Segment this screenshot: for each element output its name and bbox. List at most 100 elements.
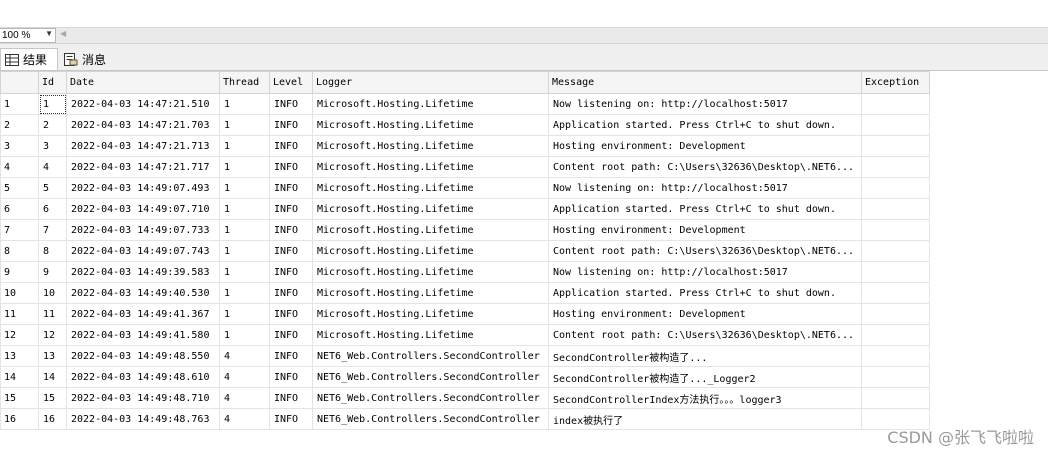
table-row[interactable]: 5 5 2022-04-03 14:49:07.493 1 INFO Microsoft.… (0, 177, 930, 199)
table-row[interactable]: 11 11 2022-04-03 14:49:41.367 1 INFO Microsof… (0, 303, 930, 325)
cell-row-number[interactable]: 10 (0, 282, 39, 304)
cell-id[interactable]: 1 (38, 93, 67, 115)
table-row[interactable]: 1 1 2022-04-03 14:47:21.510 1 INFO Microsoft.… (0, 93, 930, 115)
cell-level[interactable]: INFO (269, 219, 313, 241)
table-row[interactable]: 3 3 2022-04-03 14:47:21.713 1 INFO Microsoft.… (0, 135, 930, 157)
cell-thread[interactable]: 1 (219, 198, 270, 220)
cell-logger[interactable]: Microsoft.Hosting.Lifetime (312, 303, 549, 325)
cell-thread[interactable]: 1 (219, 156, 270, 178)
col-header-level[interactable]: Level (269, 71, 313, 94)
cell-row-number[interactable]: 12 (0, 324, 39, 346)
cell-row-number[interactable]: 1 (0, 93, 39, 115)
cell-level[interactable]: INFO (269, 282, 313, 304)
cell-row-number[interactable]: 11 (0, 303, 39, 325)
scroll-left-icon[interactable]: ◀ (60, 29, 66, 38)
cell-message[interactable]: Hosting environment: Development (548, 303, 862, 325)
cell-level[interactable]: INFO (269, 93, 313, 115)
cell-level[interactable]: INFO (269, 135, 313, 157)
cell-exception[interactable] (861, 282, 930, 304)
table-row[interactable]: 13 13 2022-04-03 14:49:48.550 4 INFO NET6_Web… (0, 345, 930, 367)
cell-exception[interactable] (861, 324, 930, 346)
col-header-date[interactable]: Date (66, 71, 220, 94)
cell-level[interactable]: INFO (269, 324, 313, 346)
cell-exception[interactable] (861, 177, 930, 199)
tab-messages[interactable]: 消息 (60, 48, 112, 70)
cell-exception[interactable] (861, 93, 930, 115)
col-header-thread[interactable]: Thread (219, 71, 270, 94)
cell-date[interactable]: 2022-04-03 14:49:07.710 (66, 198, 220, 220)
col-header-logger[interactable]: Logger (312, 71, 549, 94)
cell-date[interactable]: 2022-04-03 14:49:48.610 (66, 366, 220, 388)
cell-id[interactable]: 2 (38, 114, 67, 136)
cell-exception[interactable] (861, 198, 930, 220)
cell-level[interactable]: INFO (269, 177, 313, 199)
cell-thread[interactable]: 1 (219, 261, 270, 283)
cell-id[interactable]: 4 (38, 156, 67, 178)
cell-logger[interactable]: Microsoft.Hosting.Lifetime (312, 156, 549, 178)
cell-level[interactable]: INFO (269, 114, 313, 136)
cell-id[interactable]: 8 (38, 240, 67, 262)
table-row[interactable]: 9 9 2022-04-03 14:49:39.583 1 INFO Microsoft.… (0, 261, 930, 283)
cell-id[interactable]: 3 (38, 135, 67, 157)
cell-thread[interactable]: 4 (219, 366, 270, 388)
cell-row-number[interactable]: 14 (0, 366, 39, 388)
cell-id[interactable]: 12 (38, 324, 67, 346)
cell-level[interactable]: INFO (269, 387, 313, 409)
cell-message[interactable]: Application started. Press Ctrl+C to shu… (548, 282, 862, 304)
cell-level[interactable]: INFO (269, 303, 313, 325)
cell-id[interactable]: 5 (38, 177, 67, 199)
table-row[interactable]: 10 10 2022-04-03 14:49:40.530 1 INFO Microsof… (0, 282, 930, 304)
col-header-id[interactable]: Id (38, 71, 67, 94)
cell-exception[interactable] (861, 366, 930, 388)
table-row[interactable]: 15 15 2022-04-03 14:49:48.710 4 INFO NET6_Web… (0, 387, 930, 409)
cell-message[interactable]: Now listening on: http://localhost:5017 (548, 261, 862, 283)
cell-date[interactable]: 2022-04-03 14:49:41.367 (66, 303, 220, 325)
cell-thread[interactable]: 1 (219, 114, 270, 136)
cell-message[interactable]: SecondController被构造了... (548, 345, 862, 367)
cell-thread[interactable]: 1 (219, 240, 270, 262)
cell-exception[interactable] (861, 156, 930, 178)
cell-row-number[interactable]: 2 (0, 114, 39, 136)
cell-id[interactable]: 16 (38, 408, 67, 430)
cell-id[interactable]: 11 (38, 303, 67, 325)
cell-date[interactable]: 2022-04-03 14:49:48.710 (66, 387, 220, 409)
table-row[interactable]: 6 6 2022-04-03 14:49:07.710 1 INFO Microsoft.… (0, 198, 930, 220)
table-row[interactable]: 4 4 2022-04-03 14:47:21.717 1 INFO Microsoft.… (0, 156, 930, 178)
cell-logger[interactable]: Microsoft.Hosting.Lifetime (312, 324, 549, 346)
cell-message[interactable]: Hosting environment: Development (548, 135, 862, 157)
cell-logger[interactable]: Microsoft.Hosting.Lifetime (312, 261, 549, 283)
cell-message[interactable]: Application started. Press Ctrl+C to shu… (548, 198, 862, 220)
cell-date[interactable]: 2022-04-03 14:49:07.743 (66, 240, 220, 262)
table-row[interactable]: 16 16 2022-04-03 14:49:48.763 4 INFO NET6_Web… (0, 408, 930, 430)
table-row[interactable]: 2 2 2022-04-03 14:47:21.703 1 INFO Microsoft.… (0, 114, 930, 136)
tab-results[interactable]: 结果 (0, 48, 58, 70)
cell-row-number[interactable]: 8 (0, 240, 39, 262)
cell-message[interactable]: Hosting environment: Development (548, 219, 862, 241)
cell-row-number[interactable]: 6 (0, 198, 39, 220)
cell-date[interactable]: 2022-04-03 14:49:48.550 (66, 345, 220, 367)
cell-id[interactable]: 13 (38, 345, 67, 367)
cell-exception[interactable] (861, 114, 930, 136)
cell-logger[interactable]: Microsoft.Hosting.Lifetime (312, 219, 549, 241)
cell-logger[interactable]: Microsoft.Hosting.Lifetime (312, 114, 549, 136)
cell-logger[interactable]: NET6_Web.Controllers.SecondController (312, 366, 549, 388)
cell-row-number[interactable]: 7 (0, 219, 39, 241)
cell-logger[interactable]: Microsoft.Hosting.Lifetime (312, 93, 549, 115)
cell-thread[interactable]: 1 (219, 219, 270, 241)
cell-exception[interactable] (861, 219, 930, 241)
cell-exception[interactable] (861, 240, 930, 262)
col-header-exception[interactable]: Exception (861, 71, 930, 94)
cell-row-number[interactable]: 13 (0, 345, 39, 367)
cell-logger[interactable]: Microsoft.Hosting.Lifetime (312, 240, 549, 262)
cell-row-number[interactable]: 16 (0, 408, 39, 430)
zoom-select[interactable]: 100 % ▼ (0, 28, 56, 43)
cell-level[interactable]: INFO (269, 156, 313, 178)
cell-row-number[interactable]: 3 (0, 135, 39, 157)
table-row[interactable]: 8 8 2022-04-03 14:49:07.743 1 INFO Microsoft.… (0, 240, 930, 262)
cell-logger[interactable]: Microsoft.Hosting.Lifetime (312, 198, 549, 220)
cell-thread[interactable]: 1 (219, 282, 270, 304)
cell-id[interactable]: 15 (38, 387, 67, 409)
cell-exception[interactable] (861, 303, 930, 325)
cell-date[interactable]: 2022-04-03 14:49:07.493 (66, 177, 220, 199)
col-header-message[interactable]: Message (548, 71, 862, 94)
